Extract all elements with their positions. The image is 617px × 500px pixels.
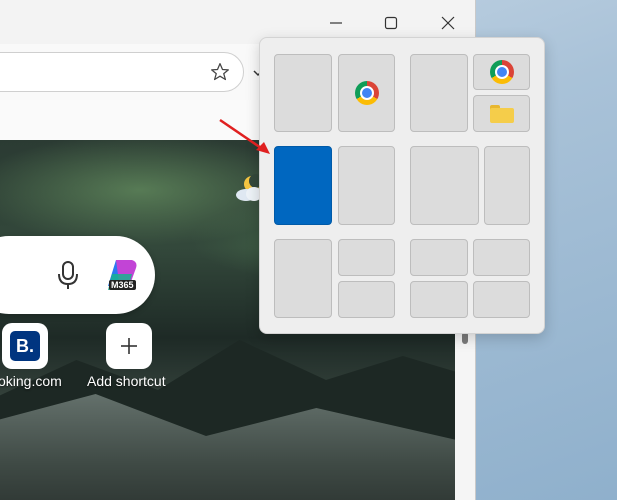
minimize-button[interactable] (321, 8, 351, 38)
layout-4-zone-2[interactable] (473, 239, 530, 276)
layout-2-zone-1[interactable] (274, 146, 332, 225)
chrome-icon (354, 81, 379, 105)
snap-layouts-flyout (259, 37, 545, 334)
microphone-icon[interactable] (56, 260, 80, 290)
layout-1b-zone-1[interactable] (410, 54, 468, 132)
shortcut-booking[interactable]: B. (2, 323, 48, 369)
add-shortcut-button[interactable] (106, 323, 152, 369)
layout-2b-zone-2[interactable] (484, 146, 530, 225)
layout-3-zone-2[interactable] (338, 239, 395, 276)
chrome-icon (489, 60, 514, 84)
layout-3-zone-1[interactable] (274, 239, 332, 318)
m365-badge: M365 (109, 280, 136, 290)
layout-4-zone-4[interactable] (473, 281, 530, 318)
close-icon (441, 16, 455, 30)
maximize-button[interactable] (376, 8, 406, 38)
search-box[interactable]: M365 (0, 236, 155, 314)
plus-icon (121, 338, 137, 354)
maximize-icon (384, 16, 398, 30)
shortcut-booking-label: oking.com (0, 373, 62, 389)
close-button[interactable] (433, 8, 463, 38)
add-shortcut-label: Add shortcut (87, 373, 166, 389)
layout-4-zone-3[interactable] (410, 281, 468, 318)
layout-2-zone-2[interactable] (338, 146, 395, 225)
layout-2b-zone-1[interactable] (410, 146, 479, 225)
booking-icon: B. (10, 331, 40, 361)
layout-1-zone-2[interactable] (338, 54, 395, 132)
folder-icon (489, 104, 514, 123)
minimize-icon (330, 22, 342, 24)
layout-3-zone-3[interactable] (338, 281, 395, 318)
address-bar[interactable] (0, 52, 244, 92)
layout-1b-zone-2[interactable] (473, 54, 530, 90)
annotation-arrow (219, 118, 270, 154)
layout-4-zone-1[interactable] (410, 239, 468, 276)
layout-1-zone-1[interactable] (274, 54, 332, 132)
layout-1b-zone-3[interactable] (473, 95, 530, 132)
star-icon[interactable] (210, 62, 230, 82)
